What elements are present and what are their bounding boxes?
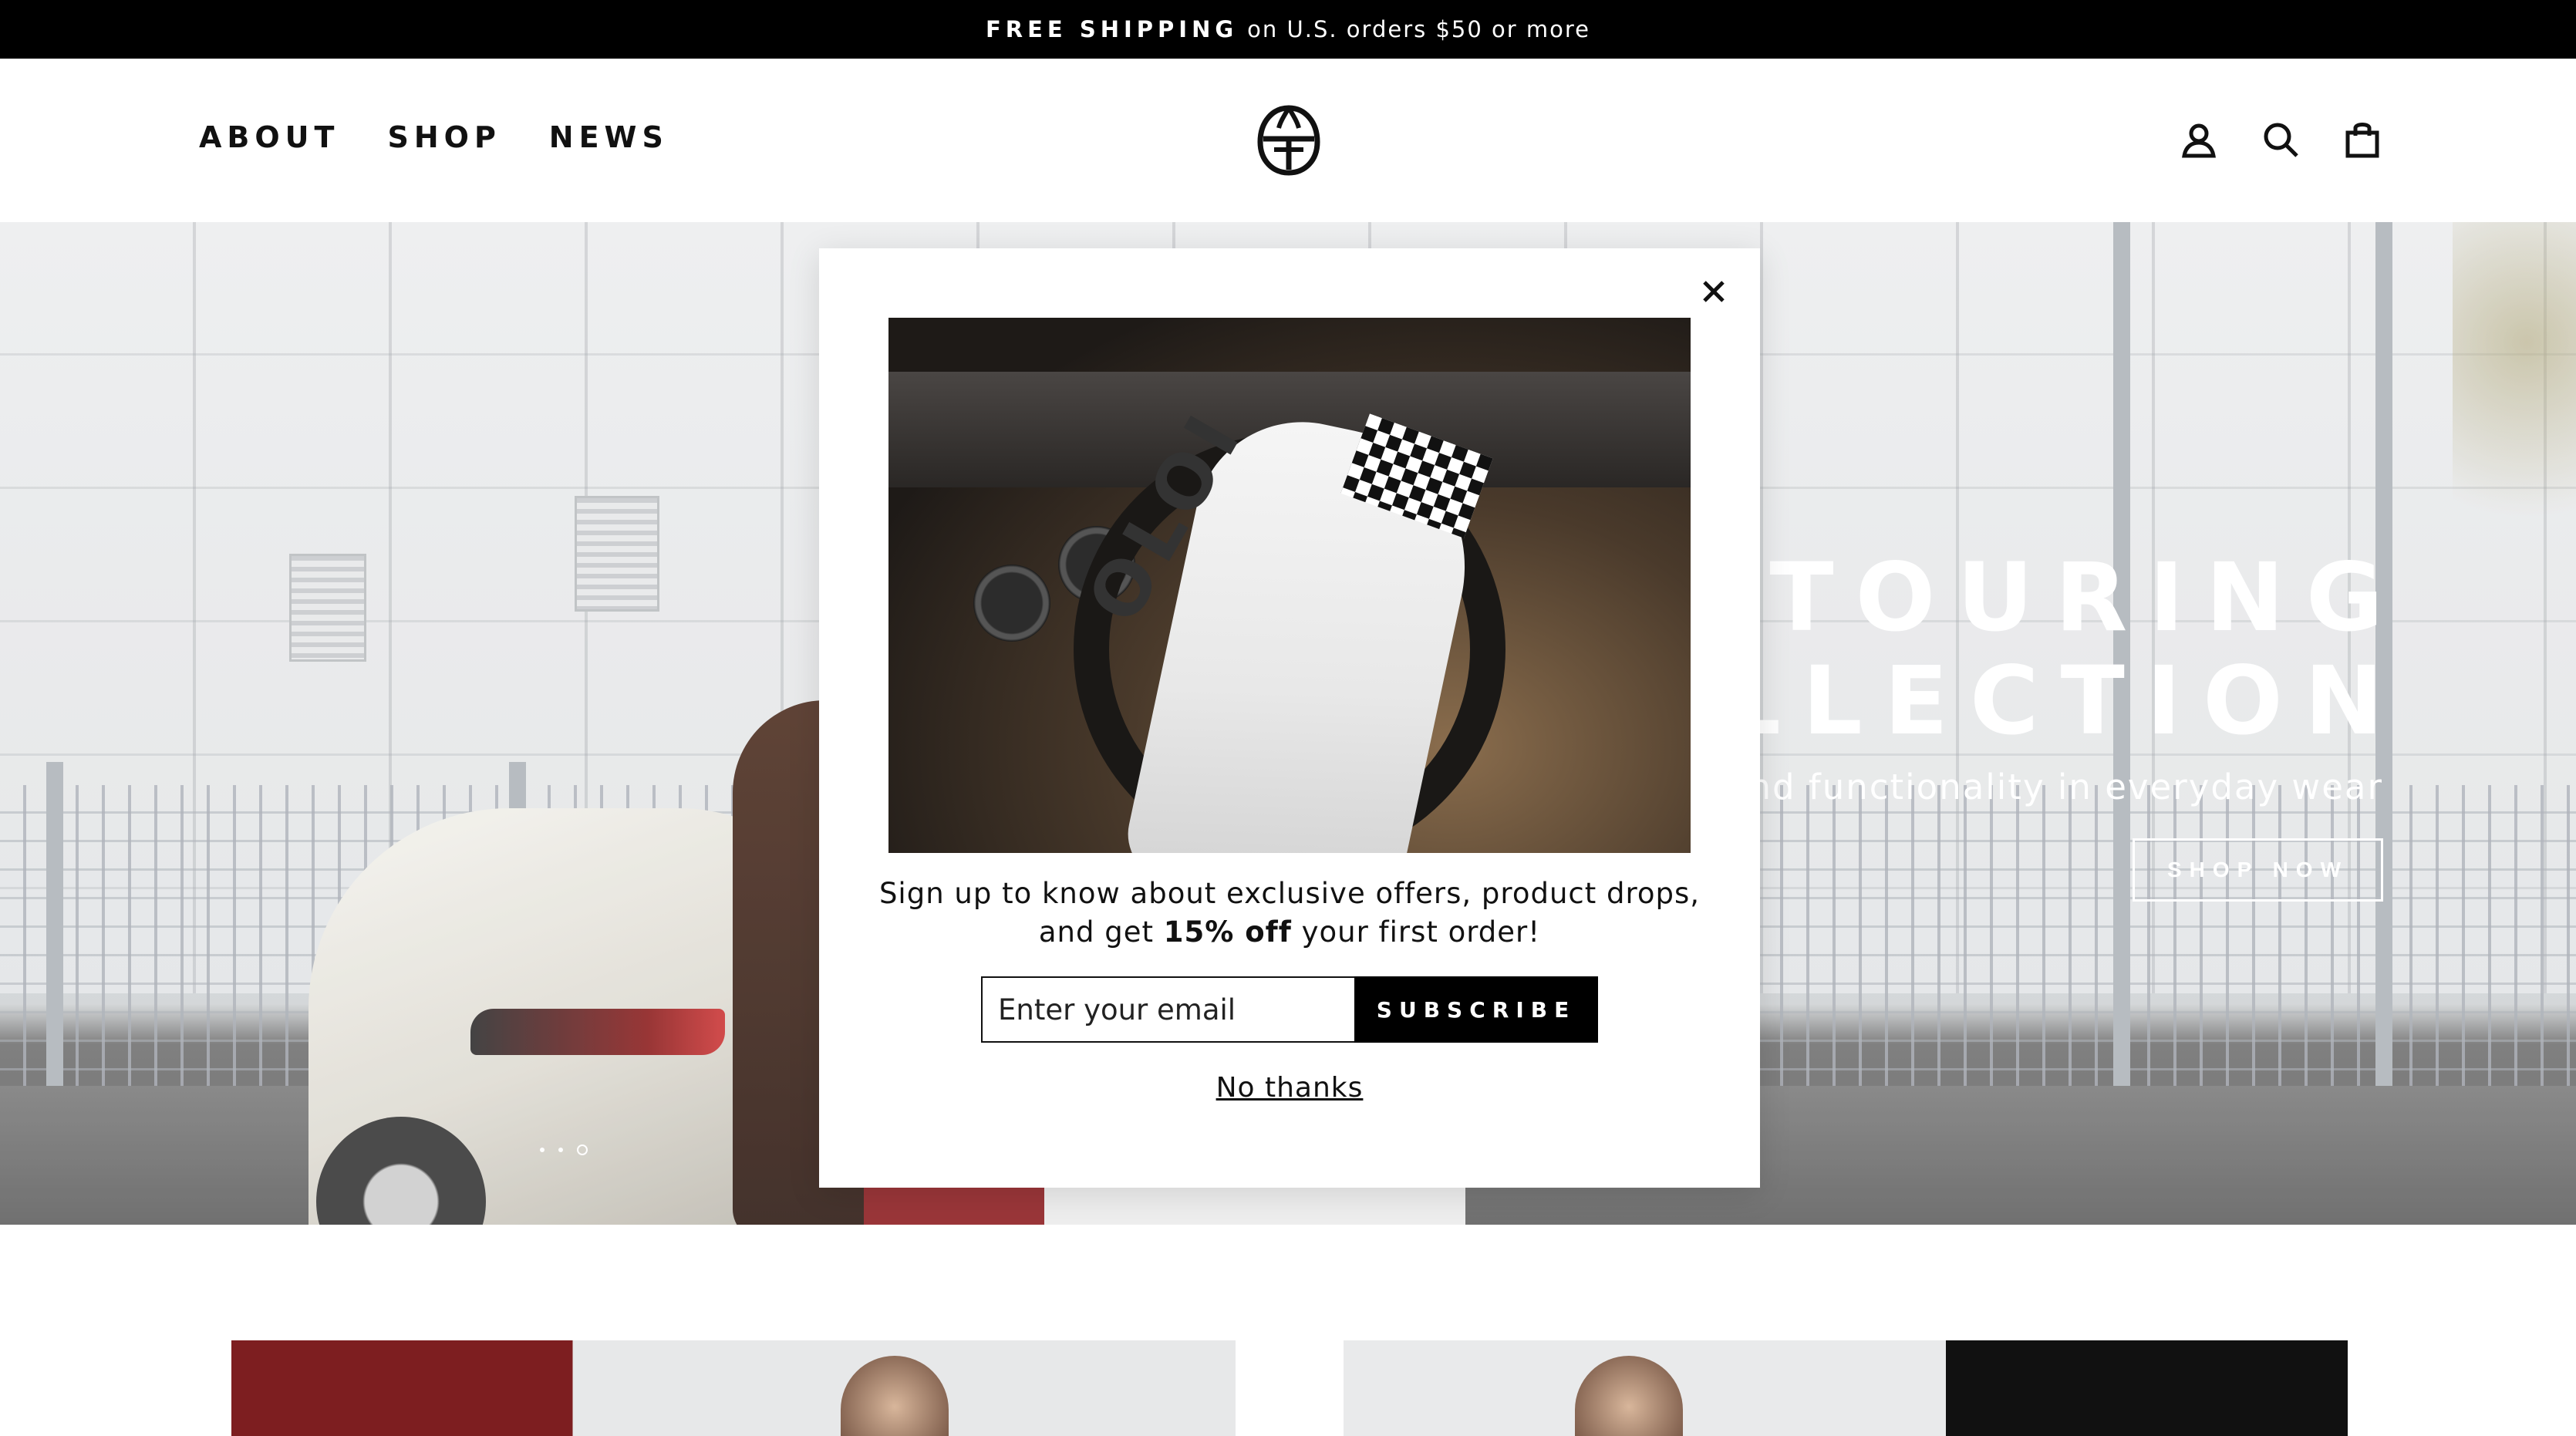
- nav-news[interactable]: NEWS: [549, 120, 669, 154]
- header-icons: [2178, 119, 2383, 160]
- newsletter-form: SUBSCRIBE: [981, 976, 1598, 1043]
- no-thanks-link[interactable]: No thanks: [819, 1072, 1760, 1104]
- dashboard-gauge: [973, 565, 1050, 642]
- popup-text-pre: and get: [1038, 915, 1164, 949]
- main-nav: ABOUT SHOP NEWS: [199, 120, 669, 154]
- nav-shop[interactable]: SHOP: [387, 120, 501, 154]
- popup-message-line1: Sign up to know about exclusive offers, …: [878, 877, 1701, 910]
- card-model-image: [1575, 1356, 1683, 1436]
- popup-discount: 15% off: [1163, 915, 1292, 949]
- announcement-bold: FREE SHIPPING: [985, 16, 1239, 42]
- close-icon: [1703, 281, 1725, 302]
- card-model-image: [841, 1356, 949, 1436]
- search-icon[interactable]: [2260, 119, 2301, 160]
- email-input[interactable]: [981, 976, 1354, 1043]
- collection-card[interactable]: [1344, 1340, 2348, 1436]
- announcement-bar: FREE SHIPPING on U.S. orders $50 or more: [0, 0, 2576, 59]
- collection-card[interactable]: [231, 1340, 1236, 1436]
- popup-message-line2: and get 15% off your first order!: [819, 913, 1760, 952]
- newsletter-popup: OLOI Sign up to know about exclusive off…: [819, 248, 1760, 1188]
- account-icon[interactable]: [2178, 119, 2220, 160]
- page: FREE SHIPPING on U.S. orders $50 or more…: [0, 0, 2576, 1436]
- popup-image: OLOI: [888, 318, 1691, 853]
- popup-text-post: your first order!: [1291, 915, 1541, 949]
- cart-icon[interactable]: [2342, 119, 2383, 160]
- popup-message: Sign up to know about exclusive offers, …: [819, 875, 1760, 952]
- announcement-text: on U.S. orders $50 or more: [1247, 16, 1591, 42]
- site-header: ABOUT SHOP NEWS: [0, 59, 2576, 222]
- close-popup-button[interactable]: [1692, 270, 1735, 313]
- nav-about[interactable]: ABOUT: [199, 120, 339, 154]
- brand-logo-icon[interactable]: [1256, 103, 1322, 177]
- collection-grid: [0, 1340, 2576, 1436]
- subscribe-button[interactable]: SUBSCRIBE: [1354, 976, 1598, 1043]
